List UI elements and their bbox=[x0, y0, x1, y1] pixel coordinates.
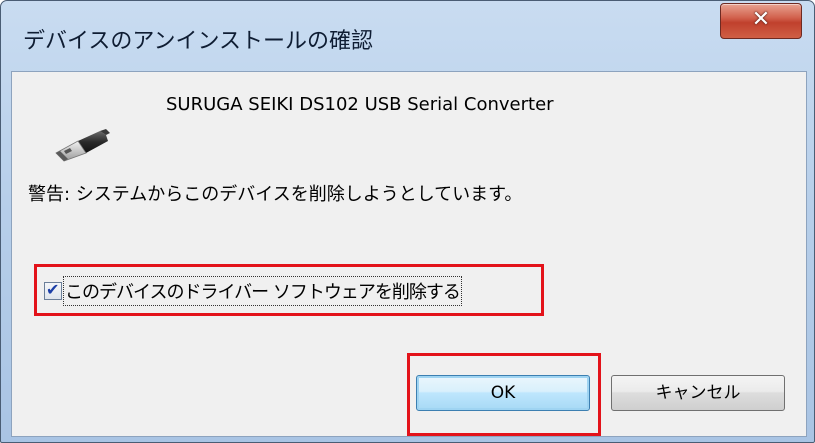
checkbox-highlight-box bbox=[34, 264, 544, 316]
title-bar[interactable]: デバイスのアンインストールの確認 ✕ bbox=[1, 1, 814, 69]
ok-highlight-box bbox=[407, 353, 601, 436]
device-name: SURUGA SEIKI DS102 USB Serial Converter bbox=[166, 94, 554, 115]
close-icon: ✕ bbox=[751, 7, 771, 32]
close-button[interactable]: ✕ bbox=[720, 3, 802, 39]
usb-plug-icon bbox=[55, 129, 110, 162]
uninstall-dialog: デバイスのアンインストールの確認 ✕ SURUGA SEIKI DS102 US… bbox=[0, 0, 815, 443]
warning-message: 警告: システムからこのデバイスを削除しようとしています。 bbox=[28, 184, 523, 205]
dialog-body: SURUGA SEIKI DS102 USB Serial Converter … bbox=[11, 71, 807, 437]
dialog-title: デバイスのアンインストールの確認 bbox=[23, 29, 374, 54]
cancel-button[interactable]: キャンセル bbox=[611, 375, 785, 411]
